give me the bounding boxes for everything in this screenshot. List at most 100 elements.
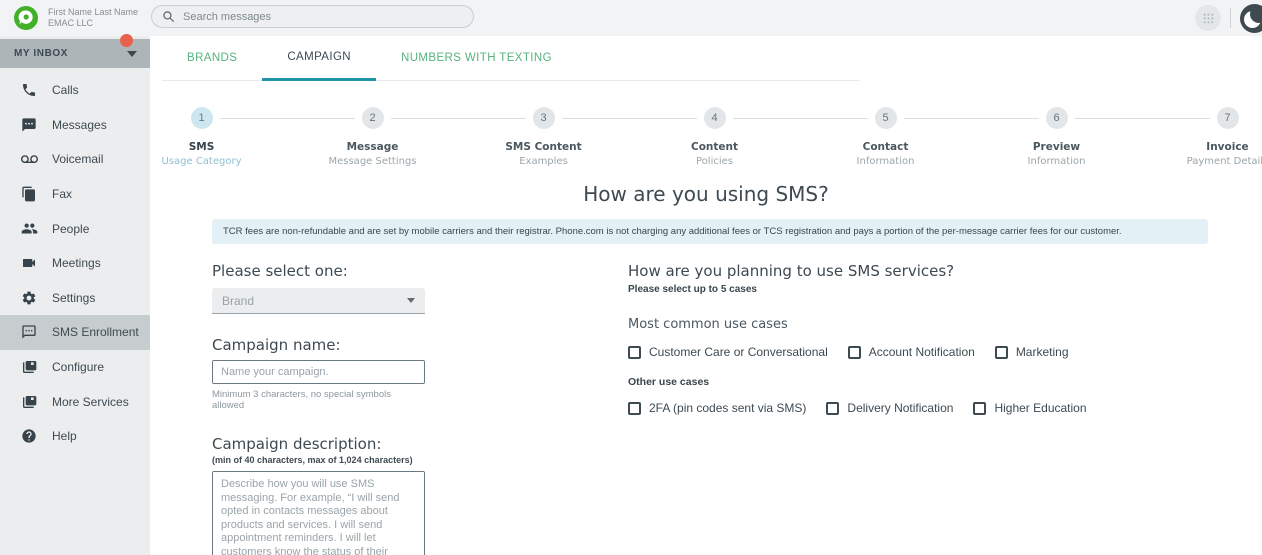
- sidebar-item-messages[interactable]: Messages: [0, 108, 150, 143]
- sms-bubble-icon: [20, 323, 38, 341]
- brand-select-value: Brand: [222, 293, 255, 308]
- inbox-selector[interactable]: MY INBOX: [0, 34, 150, 68]
- campaign-name-label: Campaign name:: [212, 336, 341, 354]
- usecase-delivery-notification[interactable]: Delivery Notification: [826, 401, 953, 415]
- inbox-label: MY INBOX: [14, 48, 69, 59]
- step-title: Preview: [1032, 141, 1081, 153]
- step-7-invoice-payment-details[interactable]: 7 Invoice Payment Details: [1074, 107, 1262, 167]
- search-input[interactable]: Search messages: [151, 5, 474, 28]
- step-title: Message: [346, 141, 399, 153]
- people-icon: [20, 220, 38, 238]
- step-title: Content: [690, 141, 739, 153]
- layers-icon: [20, 358, 38, 376]
- step-4-content-policies[interactable]: 4 Content Policies: [561, 107, 800, 167]
- step-6-preview-information[interactable]: 6 Preview Information: [903, 107, 1142, 167]
- sidebar-item-voicemail[interactable]: Voicemail: [0, 142, 150, 177]
- campaign-name-input[interactable]: [212, 360, 425, 384]
- step-circle: 6: [1045, 107, 1068, 129]
- brand-select[interactable]: Brand: [212, 288, 425, 314]
- tab-numbers-with-texting[interactable]: NUMBERS WITH TEXTING: [376, 36, 577, 80]
- usecase-higher-education[interactable]: Higher Education: [973, 401, 1087, 415]
- sidebar-item-label: More Services: [52, 394, 129, 409]
- sidebar-item-help[interactable]: Help: [0, 419, 150, 454]
- main-content: BRANDS CAMPAIGN NUMBERS WITH TEXTING 1 S…: [150, 36, 1262, 555]
- step-subtitle: Usage Category: [161, 156, 242, 167]
- apps-grid-icon: [1203, 13, 1213, 23]
- sidebar-item-label: Help: [52, 429, 77, 444]
- sidebar-item-label: SMS Enrollment: [52, 325, 139, 340]
- sidebar-item-people[interactable]: People: [0, 211, 150, 246]
- chevron-down-icon: [127, 51, 137, 57]
- step-5-contact-information[interactable]: 5 Contact Information: [732, 107, 971, 167]
- topbar-divider: [1230, 8, 1231, 28]
- usecase-label: 2FA (pin codes sent via SMS): [649, 401, 807, 415]
- phone-icon: [20, 81, 38, 99]
- layers-icon: [20, 393, 38, 411]
- sidebar-item-label: Meetings: [52, 256, 101, 271]
- most-common-use-cases-label: Most common use cases: [628, 317, 788, 332]
- sidebar-item-meetings[interactable]: Meetings: [0, 246, 150, 281]
- step-circle: 7: [1216, 107, 1239, 129]
- account-info[interactable]: First Name Last Name EMAC LLC: [48, 7, 138, 29]
- dark-mode-toggle[interactable]: [1240, 3, 1262, 33]
- campaign-description-textarea[interactable]: [212, 471, 425, 555]
- step-subtitle: Message Settings: [328, 156, 417, 167]
- user-name: First Name Last Name: [48, 7, 139, 17]
- apps-grid-button[interactable]: [1195, 5, 1221, 31]
- checkbox-icon[interactable]: [826, 401, 840, 415]
- step-3-sms-content-examples[interactable]: 3 SMS Content Examples: [390, 107, 629, 167]
- step-circle: 1: [190, 107, 213, 129]
- use-case-row: Customer Care or Conversational Account …: [628, 345, 1087, 359]
- voicemail-icon: [20, 150, 38, 168]
- usecase-label: Delivery Notification: [847, 401, 954, 415]
- sidebar-item-settings[interactable]: Settings: [0, 281, 150, 316]
- checkbox-icon[interactable]: [628, 345, 641, 359]
- top-bar: First Name Last Name EMAC LLC Search mes…: [0, 0, 1262, 36]
- other-use-cases-label: Other use cases: [628, 376, 710, 388]
- use-cases-column: How are you planning to use SMS services…: [628, 262, 1087, 555]
- step-title: Contact: [862, 141, 909, 153]
- sidebar-item-fax[interactable]: Fax: [0, 177, 150, 212]
- campaign-description-note: (min of 40 characters, max of 1,024 char…: [212, 455, 413, 465]
- sidebar-item-label: Calls: [52, 83, 79, 98]
- sidebar-item-configure[interactable]: Configure: [0, 350, 150, 385]
- checkbox-icon[interactable]: [847, 345, 861, 359]
- tab-campaign[interactable]: CAMPAIGN: [262, 36, 377, 81]
- chat-icon: [20, 116, 38, 134]
- usecase-customer-care[interactable]: Customer Care or Conversational: [628, 345, 828, 359]
- checkbox-icon[interactable]: [973, 401, 987, 415]
- checkbox-icon[interactable]: [994, 345, 1008, 359]
- sidebar-item-calls[interactable]: Calls: [0, 73, 150, 108]
- sidebar-item-label: Settings: [52, 290, 96, 305]
- sidebar-item-more-services[interactable]: More Services: [0, 384, 150, 419]
- sidebar-item-label: Voicemail: [52, 152, 104, 167]
- step-title: SMS Content: [505, 141, 582, 153]
- search-icon: [163, 11, 174, 22]
- tab-brands[interactable]: BRANDS: [162, 36, 262, 80]
- step-subtitle: Examples: [519, 156, 568, 167]
- usecase-label: Marketing: [1015, 345, 1069, 359]
- use-cases-subheading: Please select up to 5 cases: [628, 284, 757, 295]
- sidebar: MY INBOX Calls Messages Voicemail Fax Pe…: [0, 34, 150, 555]
- step-2-message-settings[interactable]: 2 Message Message Settings: [219, 107, 458, 167]
- step-circle: 3: [532, 107, 555, 129]
- campaign-form-column: Please select one: Brand Campaign name: …: [212, 262, 425, 555]
- usecase-marketing[interactable]: Marketing: [994, 345, 1069, 359]
- help-icon: [20, 427, 38, 445]
- sidebar-item-label: Messages: [52, 117, 107, 132]
- checkbox-icon[interactable]: [628, 401, 641, 415]
- usecase-account-notification[interactable]: Account Notification: [847, 345, 975, 359]
- topbar-actions: [1195, 0, 1262, 36]
- sidebar-item-sms-enrollment[interactable]: SMS Enrollment: [0, 315, 150, 350]
- notification-badge: [120, 34, 133, 47]
- usecase-label: Customer Care or Conversational: [649, 345, 828, 359]
- sidebar-item-label: People: [52, 221, 90, 236]
- sidebar-nav: Calls Messages Voicemail Fax People Meet…: [0, 68, 150, 454]
- form-area: Please select one: Brand Campaign name: …: [212, 262, 1262, 555]
- usecase-label: Account Notification: [868, 345, 975, 359]
- campaign-description-label: Campaign description:: [212, 435, 382, 453]
- tab-bar: BRANDS CAMPAIGN NUMBERS WITH TEXTING: [162, 36, 860, 81]
- phone-com-logo[interactable]: [14, 6, 38, 30]
- sidebar-item-label: Fax: [52, 187, 73, 202]
- usecase-2fa[interactable]: 2FA (pin codes sent via SMS): [628, 401, 806, 415]
